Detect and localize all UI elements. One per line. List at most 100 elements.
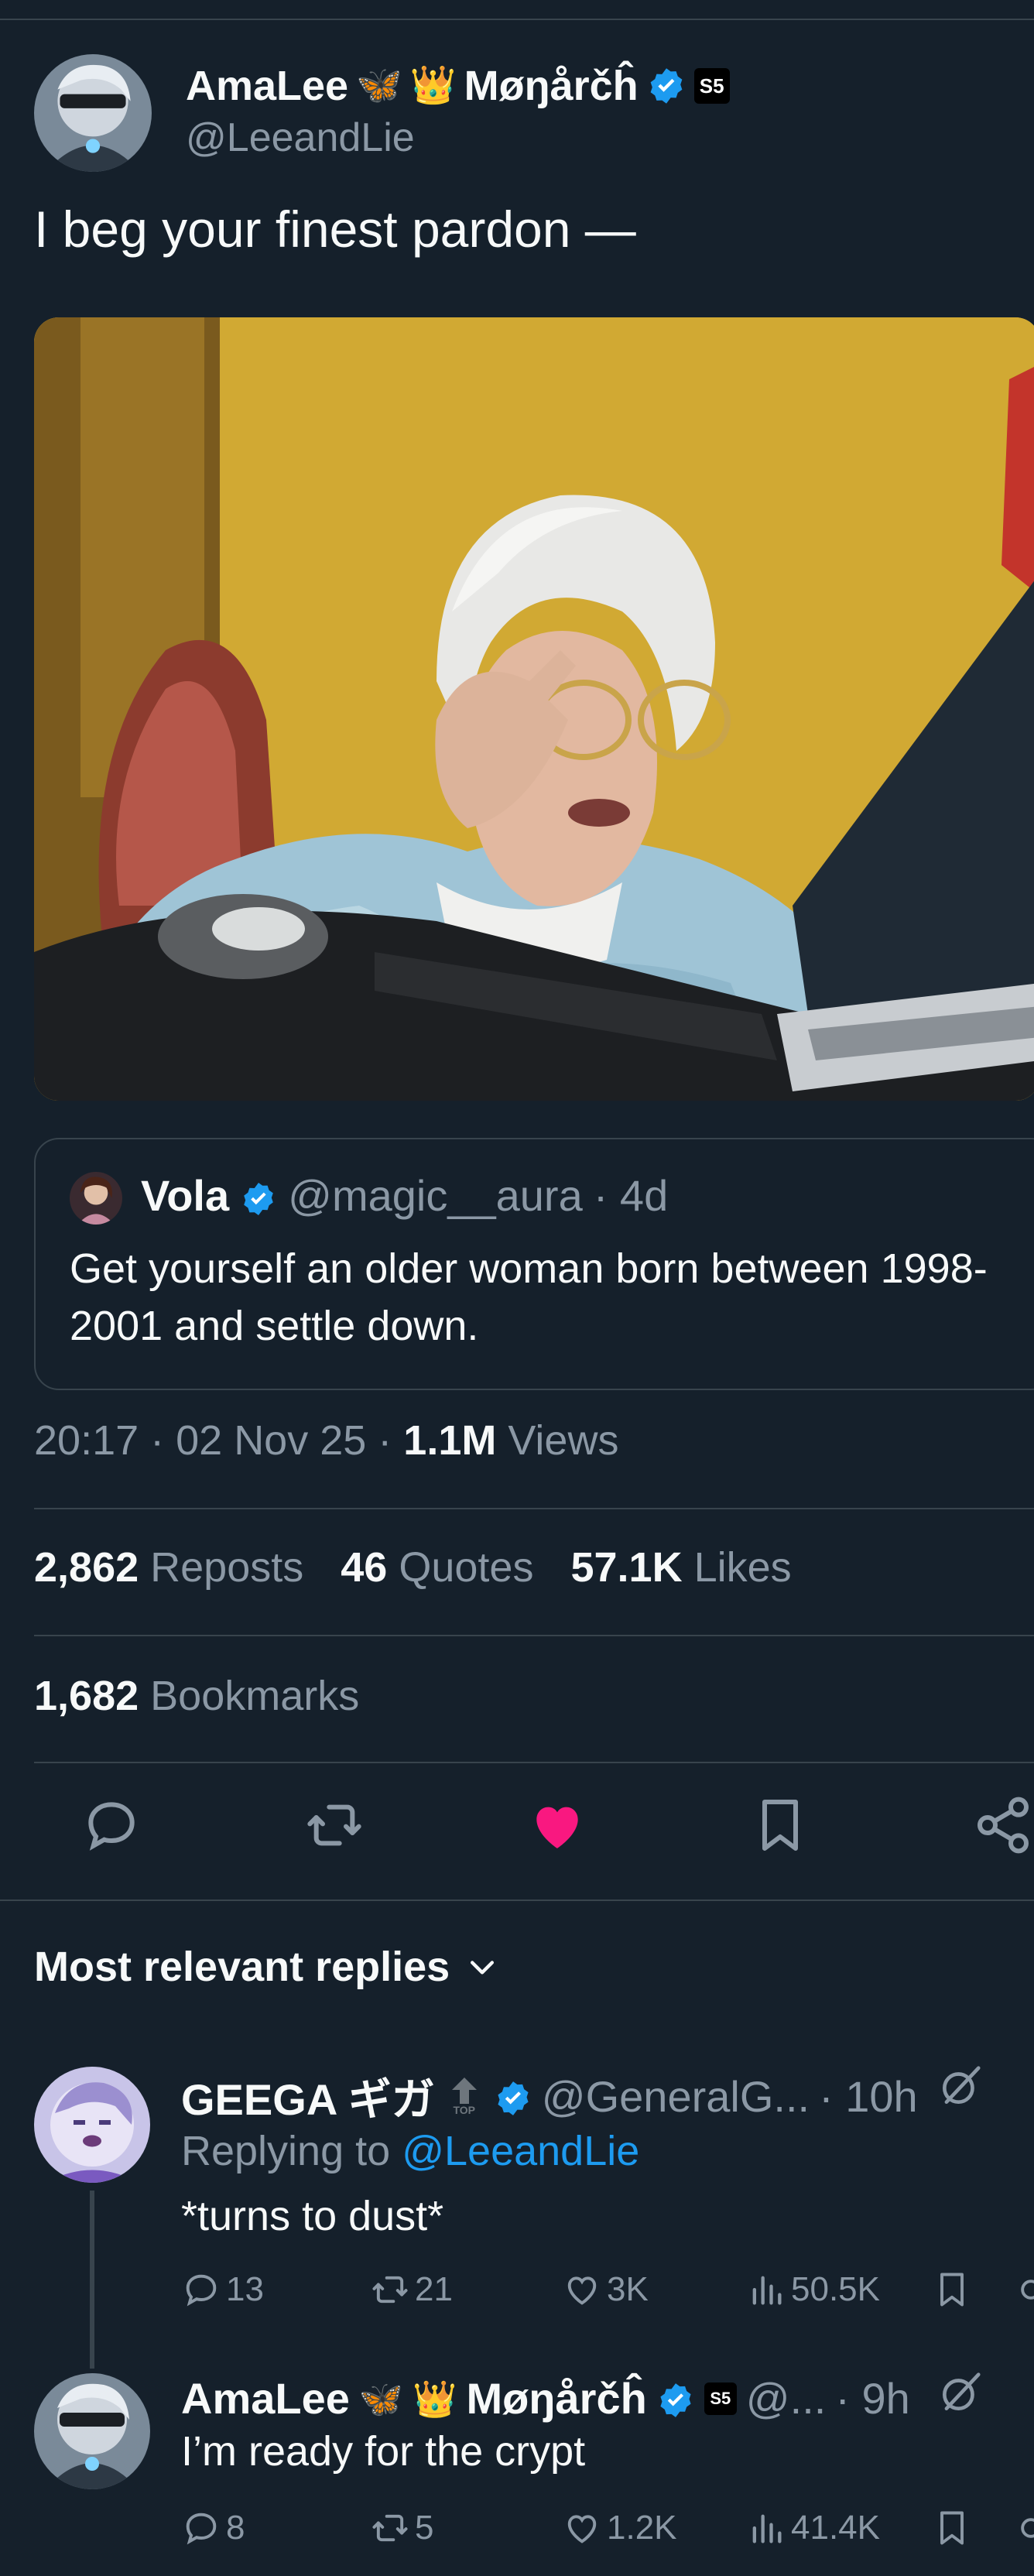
quote-author-handle[interactable]: @magic__aura — [288, 1170, 583, 1221]
top-badge-label: TOP — [453, 2103, 476, 2116]
reply-views-count: 41.4K — [791, 2509, 880, 2547]
reply-share-button[interactable] — [1011, 2508, 1034, 2548]
thread-connector-line — [90, 2191, 94, 2369]
author-avatar[interactable] — [34, 54, 152, 172]
quotes-stat[interactable]: 46 Quotes — [341, 1543, 533, 1591]
reply-repost-count: 21 — [415, 2270, 453, 2308]
share-icon[interactable] — [972, 1794, 1034, 1856]
author-name[interactable]: AmaLee — [186, 62, 348, 110]
reply-author-name[interactable]: AmaLee — [181, 2373, 350, 2424]
divider — [34, 1635, 1034, 1636]
reply-icon — [186, 2513, 217, 2545]
author-name-suffix[interactable]: Møŋårčĥ — [464, 62, 639, 110]
tweet-action-bar — [0, 1794, 1034, 1864]
quote-author-name[interactable]: Vola — [141, 1170, 229, 1221]
bookmarks-stat[interactable]: 1,682 Bookmarks — [34, 1672, 359, 1720]
reply-author-handle[interactable]: @... — [746, 2373, 827, 2424]
quote-header: Vola @magic__aura · 4d — [141, 1170, 668, 1221]
bookmarks-label: Bookmarks — [150, 1673, 360, 1719]
heart-icon — [567, 2515, 597, 2543]
verified-icon[interactable] — [494, 2078, 532, 2116]
reply-reply-count: 13 — [226, 2270, 264, 2308]
reply-text: I’m ready for the crypt — [181, 2428, 586, 2475]
grok-icon[interactable] — [936, 2369, 984, 2417]
author-handle[interactable]: @LeeandLie — [186, 115, 415, 161]
author-name-row: AmaLee 🦋 👑 Møŋårčĥ S5 — [186, 62, 730, 110]
engagement-stats: 2,862 Reposts 46 Quotes 57.1K Likes — [34, 1543, 792, 1591]
reply-views-button[interactable]: 41.4K — [746, 2508, 880, 2548]
views-count: 1.1M — [403, 1417, 497, 1464]
likes-label: Likes — [693, 1544, 792, 1591]
quote-author-avatar[interactable] — [70, 1172, 122, 1225]
reply-like-count: 3K — [607, 2270, 649, 2308]
reply-action-bar: 8 5 1.2K 41.4K — [181, 2508, 1034, 2557]
tweet-text: I beg your finest pardon — — [34, 200, 636, 258]
bookmark-icon[interactable] — [749, 1794, 811, 1856]
replying-prefix: Replying to — [181, 2128, 391, 2174]
reply-avatar[interactable] — [34, 2067, 150, 2183]
reply-bookmark-button[interactable] — [932, 2508, 972, 2548]
share-icon — [1021, 2518, 1034, 2538]
reply-bookmark-button[interactable] — [932, 2269, 972, 2310]
repost-icon — [372, 2514, 408, 2542]
replies-sort-dropdown[interactable]: Most relevant replies — [34, 1943, 499, 1991]
reply-author-name[interactable]: GEEGA ギガ — [181, 2065, 435, 2128]
quote-text: Get yourself an older woman born between… — [70, 1245, 988, 1349]
tweet-meta: 20:17 · 02 Nov 25 · 1.1M Views — [34, 1416, 618, 1464]
repost-icon[interactable] — [303, 1794, 365, 1856]
reply-like-button[interactable]: 3K — [562, 2269, 649, 2310]
top-divider — [0, 19, 1034, 20]
reply-author-name-suffix[interactable]: Møŋårčĥ — [466, 2373, 646, 2424]
reply-header: AmaLee 🦋 👑 Møŋårčĥ S5 @... · 9h — [181, 2373, 910, 2424]
butterfly-emoji: 🦋 — [358, 2378, 404, 2419]
verified-icon[interactable] — [656, 2379, 695, 2418]
quoted-tweet-card[interactable]: Vola @magic__aura · 4d Get yourself an o… — [34, 1138, 1034, 1390]
bookmark-icon — [940, 2511, 964, 2545]
affiliate-badge-icon[interactable]: S5 — [704, 2382, 737, 2415]
reply-repost-button[interactable]: 21 — [370, 2269, 453, 2310]
chevron-down-icon — [471, 1961, 495, 1975]
reply-like-button[interactable]: 1.2K — [562, 2508, 677, 2548]
reply-icon[interactable] — [80, 1794, 142, 1856]
repost-icon — [372, 2276, 408, 2304]
bookmark-icon — [940, 2273, 964, 2307]
quote-time: · 4d — [593, 1171, 669, 1220]
quotes-count: 46 — [341, 1544, 388, 1591]
reply-avatar[interactable] — [34, 2373, 150, 2489]
crown-emoji: 👑 — [409, 65, 457, 106]
heart-icon — [567, 2276, 597, 2305]
replying-to: Replying to @LeeandLie — [181, 2127, 639, 2175]
replying-to-link[interactable]: @LeeandLie — [402, 2128, 639, 2174]
reply-time: · 10h — [819, 2072, 918, 2121]
verified-icon[interactable] — [646, 66, 686, 106]
reply-views-button[interactable]: 50.5K — [746, 2269, 880, 2310]
reply-reply-button[interactable]: 8 — [181, 2508, 245, 2548]
reply-reply-count: 8 — [226, 2509, 245, 2547]
grok-icon[interactable] — [936, 2062, 984, 2110]
likes-count: 57.1K — [570, 1544, 683, 1591]
reply-views-count: 50.5K — [791, 2270, 880, 2308]
affiliate-badge-icon[interactable]: S5 — [693, 68, 730, 104]
tweet-timestamp[interactable]: 20:17 · 02 Nov 25 · — [34, 1417, 392, 1464]
divider — [34, 1508, 1034, 1509]
divider — [34, 1762, 1034, 1763]
views-label: Views — [508, 1417, 619, 1464]
reply-share-button[interactable] — [1011, 2269, 1034, 2310]
reply-repost-button[interactable]: 5 — [370, 2508, 433, 2548]
bookmarks-count: 1,682 — [34, 1673, 139, 1719]
reply-reply-button[interactable]: 13 — [181, 2269, 264, 2310]
reply-author-handle[interactable]: @GeneralG... — [542, 2071, 810, 2122]
verified-icon[interactable] — [240, 1177, 277, 1215]
views-icon — [752, 2514, 782, 2543]
reply-icon — [186, 2274, 217, 2307]
reply-text: *turns to dust* — [181, 2193, 444, 2239]
reposts-stat[interactable]: 2,862 Reposts — [34, 1543, 303, 1591]
tweet-media-image[interactable] — [34, 317, 1034, 1101]
reposts-count: 2,862 — [34, 1544, 139, 1591]
like-icon[interactable] — [526, 1794, 588, 1856]
reposts-label: Reposts — [150, 1544, 304, 1591]
likes-stat[interactable]: 57.1K Likes — [570, 1543, 791, 1591]
affiliate-badge-label: S5 — [699, 74, 724, 98]
share-icon — [1021, 2280, 1034, 2300]
butterfly-emoji: 🦋 — [356, 65, 402, 106]
